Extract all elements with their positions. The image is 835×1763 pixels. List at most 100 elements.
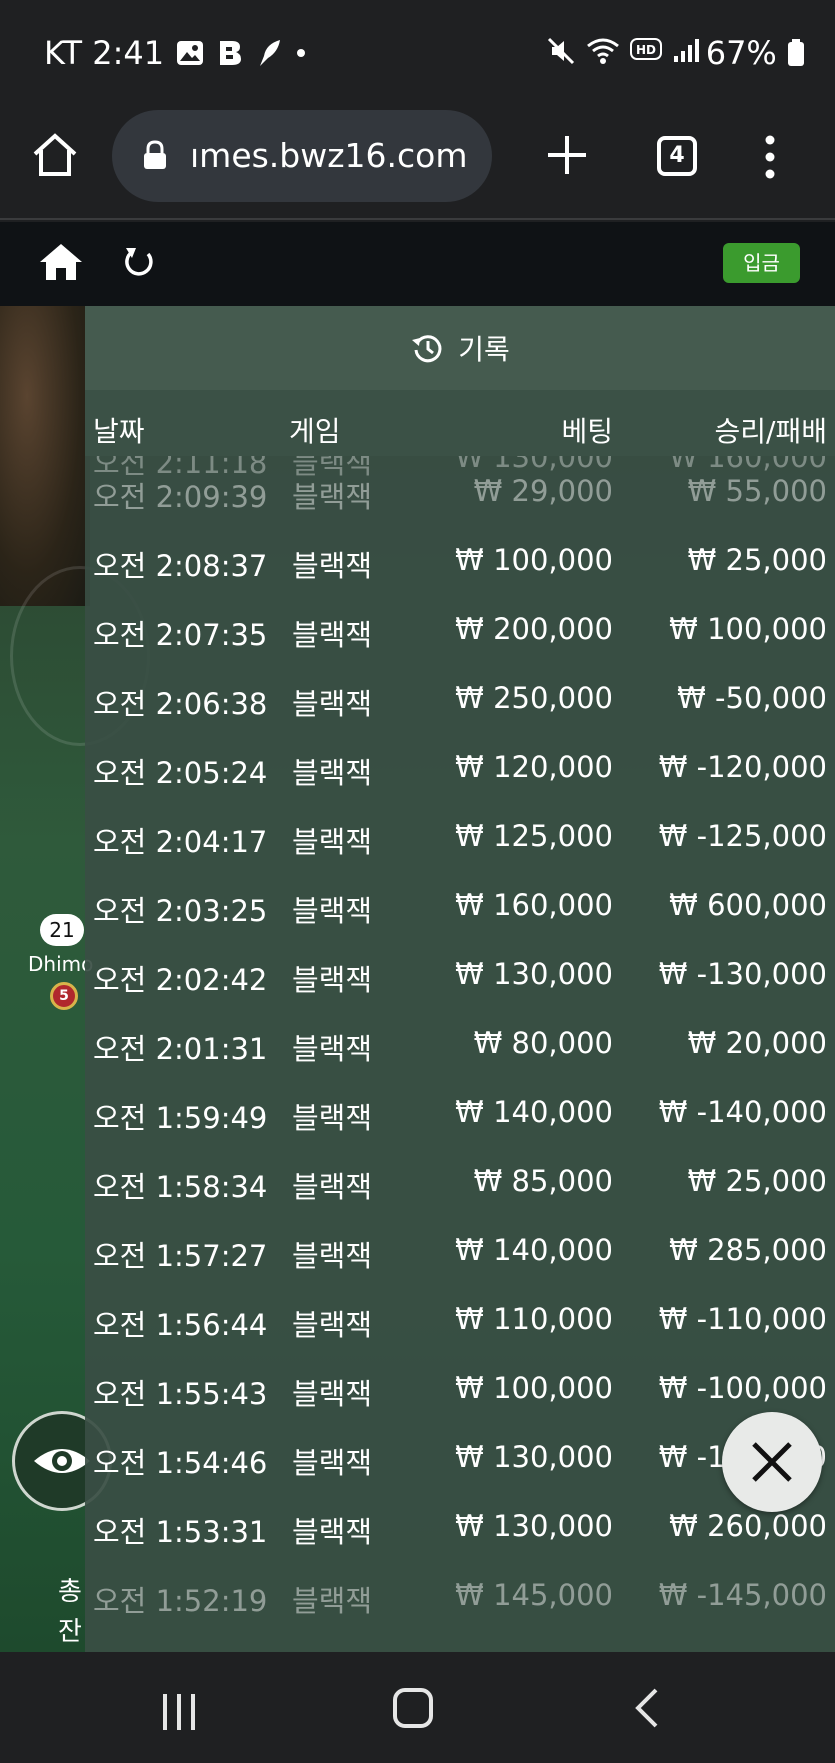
history-row: 오전 1:58:34 블랙잭 ₩ 85,000 ₩ 25,000 <box>85 1146 835 1215</box>
recent-apps-icon[interactable] <box>160 1692 200 1732</box>
row-date: 오전 2:07:35 <box>93 618 268 652</box>
row-result: ₩ -140,000 <box>658 1095 827 1129</box>
new-tab-icon[interactable] <box>542 130 592 180</box>
tab-switcher-button[interactable]: 4 <box>657 136 697 176</box>
browser-toolbar: ımes.bwz16.com 4 <box>0 100 835 220</box>
row-bet: ₩ 110,000 <box>455 1302 613 1336</box>
row-game: 블랙잭 <box>292 1032 373 1066</box>
history-icon <box>412 335 442 363</box>
wifi-icon <box>587 38 619 64</box>
row-game: 블랙잭 <box>292 1170 373 1204</box>
home-nav-button[interactable] <box>393 1688 433 1728</box>
row-date: 오전 1:55:43 <box>93 1377 268 1411</box>
battery-percent: 67% <box>705 34 777 72</box>
row-date: 오전 2:03:25 <box>93 894 268 928</box>
row-bet: ₩ 29,000 <box>473 474 613 508</box>
row-date: 오전 2:08:37 <box>93 549 268 583</box>
row-result: ₩ -125,000 <box>658 819 827 853</box>
row-game: 블랙잭 <box>292 894 373 928</box>
row-result: ₩ -110,000 <box>658 1302 827 1336</box>
row-date: 오전 2:09:39 <box>93 480 268 514</box>
history-row: 오전 2:01:31 블랙잭 ₩ 80,000 ₩ 20,000 <box>85 1008 835 1077</box>
signal-icon <box>674 39 699 62</box>
svg-text:HD: HD <box>636 43 656 57</box>
row-result: ₩ -120,000 <box>658 750 827 784</box>
row-date: 오전 1:57:27 <box>93 1239 268 1273</box>
close-history-button[interactable] <box>722 1412 822 1512</box>
total-label: 총 <box>58 1577 82 1607</box>
row-date: 오전 1:53:31 <box>93 1515 268 1549</box>
row-game: 블랙잭 <box>292 1101 373 1135</box>
status-bar: KT 2:41 HD 67% <box>0 0 835 100</box>
player-name: Dhimo <box>28 952 94 976</box>
row-date: 오전 1:52:19 <box>93 1584 268 1618</box>
row-result: ₩ -50,000 <box>677 681 827 715</box>
system-icons: HD <box>546 36 700 66</box>
history-row: 오전 2:02:42 블랙잭 ₩ 130,000 ₩ -130,000 <box>85 939 835 1008</box>
row-date: 오전 2:01:31 <box>93 1032 268 1066</box>
row-game: 블랙잭 <box>292 1308 373 1342</box>
player-level-badge: 5 <box>50 982 78 1010</box>
row-result: ₩ -100,000 <box>658 1371 827 1405</box>
row-bet: ₩ 160,000 <box>455 888 613 922</box>
row-bet: ₩ 85,000 <box>473 1164 613 1198</box>
row-result: ₩ 20,000 <box>687 1026 827 1060</box>
lock-icon <box>144 140 166 169</box>
row-result: ₩ 25,000 <box>687 1164 827 1198</box>
column-bet: 베팅 <box>561 415 613 448</box>
history-row: 오전 2:08:37 블랙잭 ₩ 100,000 ₩ 25,000 <box>85 525 835 594</box>
row-result: ₩ -145,000 <box>658 1578 827 1612</box>
notification-icons <box>176 38 306 68</box>
history-row: 오전 2:04:17 블랙잭 ₩ 125,000 ₩ -125,000 <box>85 801 835 870</box>
row-result: ₩ 285,000 <box>669 1233 827 1267</box>
row-date: 오전 2:02:42 <box>93 963 268 997</box>
dot-icon <box>297 49 305 57</box>
balance-label: 잔 <box>58 1617 82 1647</box>
row-game: 블랙잭 <box>292 963 373 997</box>
b-app-icon <box>220 41 241 65</box>
row-game: 블랙잭 <box>292 618 373 652</box>
row-date: 오전 2:06:38 <box>93 687 268 721</box>
mute-icon <box>547 37 575 65</box>
back-icon[interactable] <box>632 1688 662 1728</box>
status-time: KT 2:41 <box>44 34 165 72</box>
history-row: 오전 2:09:39 블랙잭 ₩ 29,000 ₩ 55,000 <box>85 456 835 525</box>
row-bet: ₩ 120,000 <box>455 750 613 784</box>
row-game: 블랙잭 <box>292 825 373 859</box>
row-game: 블랙잭 <box>292 549 373 583</box>
reload-icon[interactable] <box>122 244 156 280</box>
address-bar[interactable]: ımes.bwz16.com <box>112 110 492 202</box>
row-bet: ₩ 125,000 <box>455 819 613 853</box>
row-game: 블랙잭 <box>292 1446 373 1480</box>
history-row: 오전 1:59:49 블랙잭 ₩ 140,000 ₩ -140,000 <box>85 1077 835 1146</box>
hd-icon: HD <box>630 38 662 60</box>
row-result: ₩ 55,000 <box>687 474 827 508</box>
row-game: 블랙잭 <box>292 756 373 790</box>
row-date: 오전 1:59:49 <box>93 1101 268 1135</box>
row-result: ₩ 100,000 <box>669 612 827 646</box>
deposit-button[interactable]: 입금 <box>723 243 800 283</box>
row-result: ₩ 25,000 <box>687 543 827 577</box>
row-date: 오전 1:58:34 <box>93 1170 268 1204</box>
row-bet: ₩ 140,000 <box>455 1095 613 1129</box>
row-game: 블랙잭 <box>292 1515 373 1549</box>
row-bet: ₩ 145,000 <box>455 1578 613 1612</box>
browser-home-icon[interactable] <box>30 130 80 180</box>
row-bet: ₩ 200,000 <box>455 612 613 646</box>
row-bet: ₩ 130,000 <box>455 1509 613 1543</box>
history-row: 오전 2:03:25 블랙잭 ₩ 160,000 ₩ 600,000 <box>85 870 835 939</box>
close-icon <box>752 1442 792 1482</box>
lobby-home-icon[interactable] <box>38 242 84 282</box>
history-row: 오전 2:05:24 블랙잭 ₩ 120,000 ₩ -120,000 <box>85 732 835 801</box>
row-bet: ₩ 130,000 <box>455 957 613 991</box>
game-header: 입금 <box>0 222 835 306</box>
row-date: 오전 1:54:46 <box>93 1446 268 1480</box>
history-row: 오전 2:07:35 블랙잭 ₩ 200,000 ₩ 100,000 <box>85 594 835 663</box>
row-bet: ₩ 250,000 <box>455 681 613 715</box>
more-menu-icon[interactable] <box>760 132 780 182</box>
row-date: 오전 2:05:24 <box>93 756 268 790</box>
row-bet: ₩ 100,000 <box>455 543 613 577</box>
row-result: ₩ 260,000 <box>669 1509 827 1543</box>
feather-icon <box>260 40 280 66</box>
row-bet: ₩ 140,000 <box>455 1233 613 1267</box>
